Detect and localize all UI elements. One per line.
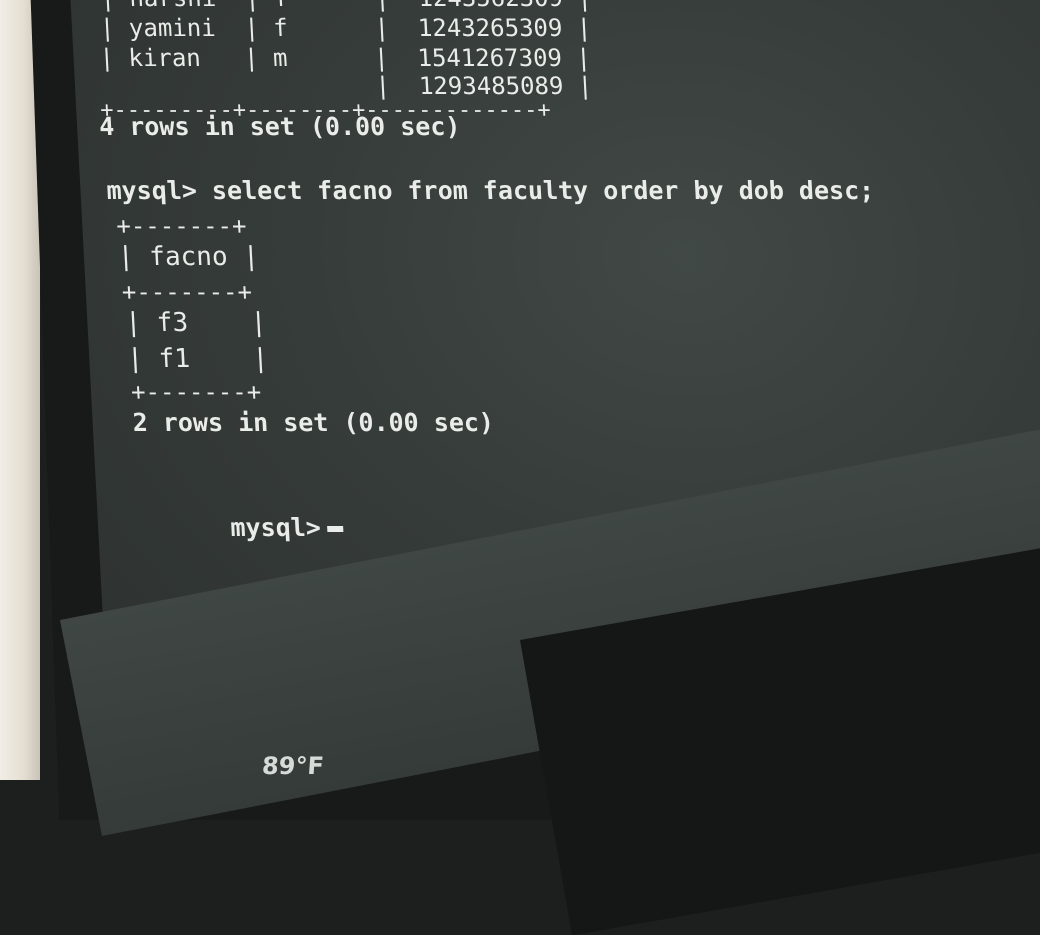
table-header: | facno | (117, 242, 260, 272)
prompt-line[interactable]: mysql> (138, 490, 345, 565)
terminal-output: | harshi | f | 1243562309 | | yamini | f… (92, 0, 1040, 542)
table-border: +-------+ (115, 212, 248, 240)
result-summary: 2 rows in set (0.00 sec) (131, 408, 495, 437)
table-border: +-------+ (130, 378, 262, 406)
terminal-line: | harshi | f | 1243562309 | (100, 0, 593, 12)
terminal-line: | 1293485089 | (100, 72, 594, 100)
result-summary: 4 rows in set (0.00 sec) (98, 112, 462, 141)
terminal-line: | yamini | f | 1243265309 | (99, 14, 593, 42)
table-row: | f1 | (126, 344, 270, 374)
terminal-line: | kiran | m | 1541267309 | (98, 44, 592, 72)
table-row: | f3 | (124, 308, 268, 338)
weather-temperature: 89°F (261, 752, 325, 780)
table-border: +-------+ (121, 278, 253, 306)
prompt-text: mysql> (229, 513, 322, 542)
text-cursor (326, 526, 344, 532)
command-line: mysql> select facno from faculty order b… (105, 176, 875, 205)
weather-widget[interactable]: 89°F (261, 752, 325, 780)
